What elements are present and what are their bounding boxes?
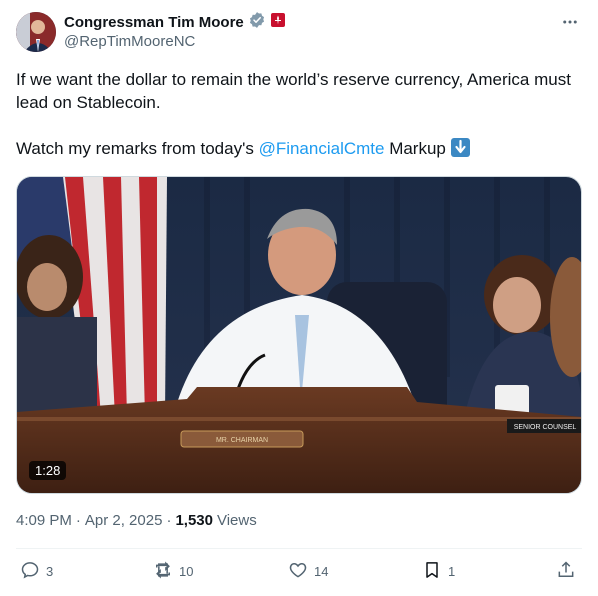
reply-icon — [20, 560, 40, 583]
more-options-icon[interactable] — [560, 12, 580, 32]
meta-separator: · — [166, 512, 172, 529]
heart-icon — [288, 560, 308, 583]
nameplate-senior-counsel: SENIOR COUNSEL — [514, 424, 577, 431]
bookmark-count: 1 — [448, 564, 456, 579]
down-arrow-emoji-icon — [450, 138, 470, 157]
meta-separator: · — [75, 512, 81, 529]
mention-link[interactable]: @FinancialCmte — [259, 139, 385, 158]
post-date[interactable]: Apr 2, 2025 — [85, 512, 163, 529]
verified-badge-icon — [248, 11, 266, 34]
post-time[interactable]: 4:09 PM — [16, 512, 72, 529]
avatar[interactable] — [16, 12, 56, 52]
tweet-text-suffix: Markup — [384, 139, 451, 158]
nameplate-chairman: MR. CHAIRMAN — [216, 437, 268, 444]
congress-seal-icon — [270, 12, 286, 33]
tweet-text-line1: If we want the dollar to remain the worl… — [16, 70, 571, 112]
tweet-card: Congressman Tim Moore @RepTimMooreNC If … — [0, 0, 598, 596]
repost-count: 10 — [179, 564, 194, 579]
share-button[interactable] — [556, 560, 576, 583]
author-name[interactable]: Congressman Tim Moore — [64, 14, 244, 31]
reply-button[interactable]: 3 — [20, 560, 53, 583]
reply-count: 3 — [46, 564, 54, 579]
views-count: 1,530 — [175, 512, 213, 529]
video-player[interactable]: MR. CHAIRMAN SENIOR COUNSEL 1:28 — [16, 176, 582, 494]
repost-button[interactable]: 10 — [153, 560, 193, 583]
tweet-text-prefix: Watch my remarks from today's — [16, 139, 259, 158]
divider — [16, 548, 582, 549]
repost-icon — [153, 560, 173, 583]
tweet-text-line2: Watch my remarks from today's @Financial… — [16, 137, 576, 160]
video-frame: MR. CHAIRMAN SENIOR COUNSEL — [17, 177, 581, 493]
views-label: Views — [216, 512, 257, 529]
author-row: Congressman Tim Moore — [64, 11, 286, 34]
action-bar: 3 10 14 1 — [16, 560, 582, 586]
tweet-text: If we want the dollar to remain the worl… — [16, 68, 576, 160]
like-count: 14 — [314, 564, 329, 579]
share-icon — [556, 560, 576, 583]
video-duration-badge: 1:28 — [29, 461, 67, 480]
bookmark-button[interactable]: 1 — [422, 560, 455, 583]
like-button[interactable]: 14 — [288, 560, 328, 583]
tweet-meta: 4:09 PM · Apr 2, 2025 · 1,530 Views — [16, 512, 257, 529]
bookmark-icon — [422, 560, 442, 583]
author-handle[interactable]: @RepTimMooreNC — [64, 33, 195, 50]
